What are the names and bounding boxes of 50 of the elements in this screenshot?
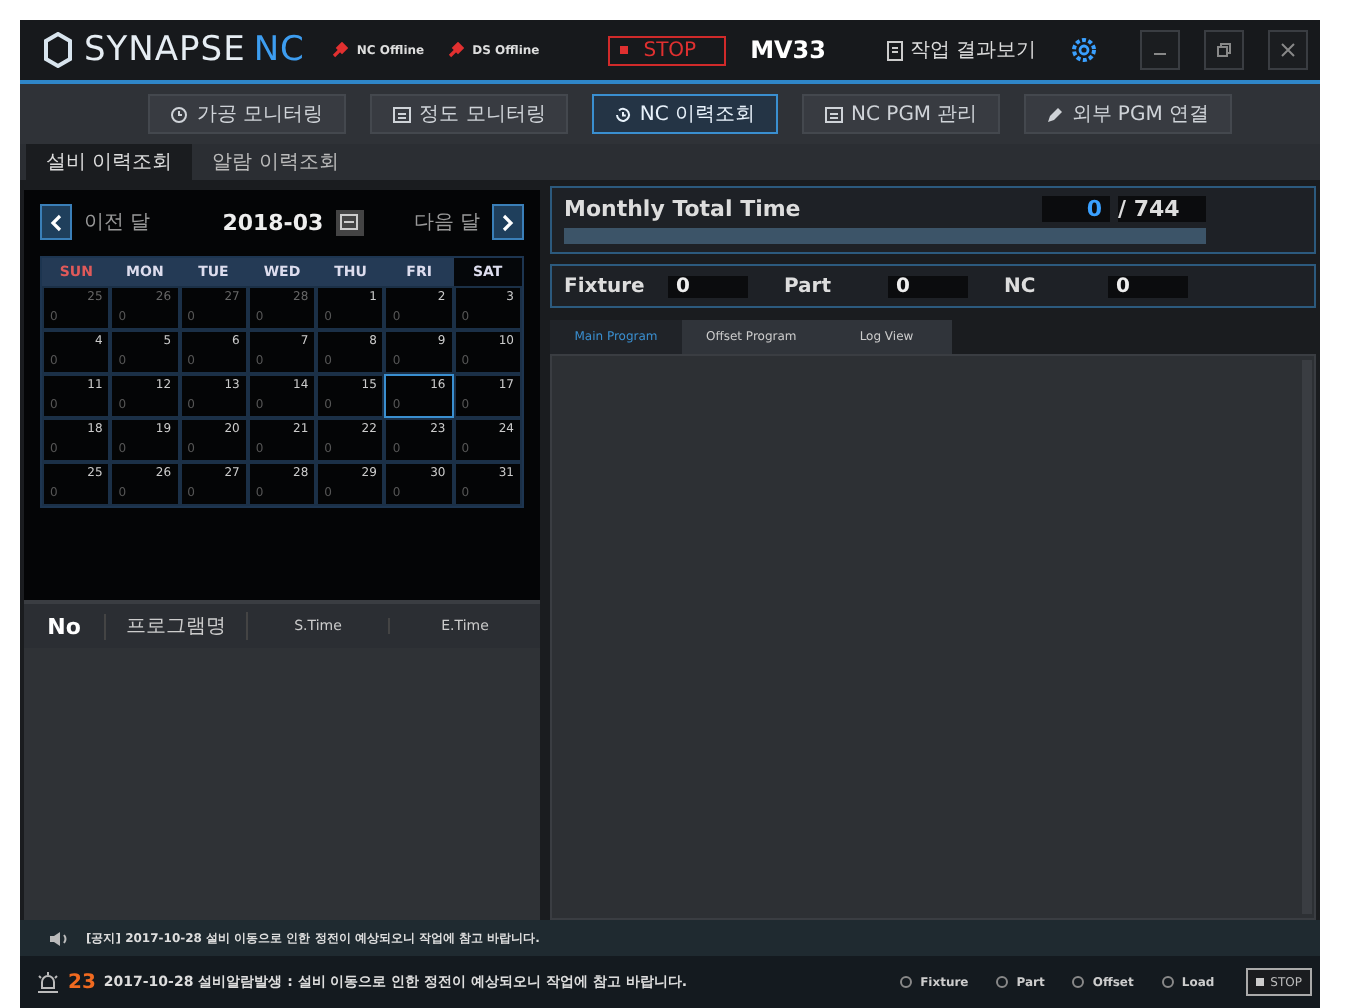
- sub-tab[interactable]: 설비 이력조회: [26, 144, 193, 180]
- close-button[interactable]: [1268, 30, 1308, 70]
- counter-label: Fixture: [564, 275, 647, 297]
- monitor-icon: [823, 105, 844, 123]
- stop-icon: [619, 46, 628, 54]
- machine-name: MV33: [750, 36, 827, 64]
- plug-icon: [448, 42, 465, 58]
- counter-value: 0: [1108, 275, 1188, 297]
- previous-month-button[interactable]: [40, 204, 72, 240]
- history-icon: [613, 105, 632, 123]
- close-icon: [1280, 42, 1296, 58]
- counter-value: 0: [668, 275, 748, 297]
- chevron-right-icon: [502, 213, 514, 231]
- monthly-total-max: / 744: [1118, 195, 1206, 221]
- pencil-icon: [1045, 105, 1064, 123]
- stop-icon: [1256, 978, 1265, 986]
- chevron-left-icon: [50, 213, 62, 231]
- alarm-count: 23: [68, 971, 96, 993]
- column-header: 프로그램명: [106, 612, 248, 640]
- hexagon-logo-icon: [44, 32, 72, 68]
- nav-tab[interactable]: NC 이력조회: [591, 94, 778, 134]
- plug-icon: [332, 42, 349, 58]
- calendar-button[interactable]: [335, 209, 364, 235]
- document-icon: [885, 39, 904, 61]
- counter-label: Part: [784, 275, 834, 297]
- restore-button[interactable]: [1204, 30, 1244, 70]
- counter-label: NC: [1004, 275, 1038, 297]
- next-month-label: 다음 달: [413, 210, 480, 236]
- previous-month-label: 이전 달: [84, 210, 151, 236]
- column-header: No: [24, 613, 106, 639]
- app-logo-text: NC: [253, 30, 305, 70]
- view-results-button[interactable]: 작업 결과보기: [877, 36, 1044, 64]
- month-label: 2018-03: [222, 209, 324, 235]
- settings-icon: [1070, 36, 1098, 64]
- speaker-icon: [48, 929, 70, 947]
- alarm-light-icon: [36, 970, 60, 994]
- counter-value: 0: [888, 275, 968, 297]
- nav-tab[interactable]: 가공 모니터링: [148, 94, 346, 134]
- app-logo-text: SYNAPSE: [84, 30, 246, 70]
- nav-tab[interactable]: 외부 PGM 연결: [1023, 94, 1232, 134]
- nav-tab[interactable]: NC PGM 관리: [801, 94, 1000, 134]
- monthly-total-label: Monthly Total Time: [564, 195, 801, 221]
- clock-icon: [170, 105, 189, 123]
- monthly-total-value: 0: [1042, 195, 1110, 221]
- restore-icon: [1216, 42, 1232, 58]
- calendar-icon: [340, 214, 359, 230]
- next-month-button[interactable]: [492, 204, 524, 240]
- run-state-text: STOP: [643, 39, 697, 61]
- monitor-icon: [391, 105, 412, 123]
- nav-tab[interactable]: 정도 모니터링: [369, 94, 568, 134]
